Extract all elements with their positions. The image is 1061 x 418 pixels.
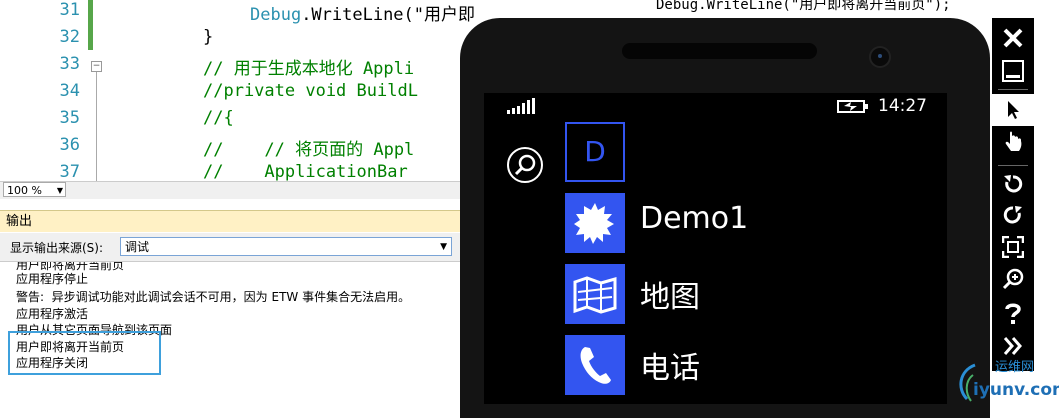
- right-code-snippet: Debug.WriteLine("用户即将离开当前页");: [656, 0, 951, 13]
- zoom-icon: [1002, 268, 1024, 290]
- collapse-icon[interactable]: −: [91, 61, 102, 72]
- output-line: 应用程序激活: [16, 307, 89, 321]
- code-comment-line: //private void BuildL: [203, 81, 418, 101]
- zoom-value: 100 %: [7, 184, 42, 197]
- toolbar-separator: [998, 89, 1028, 90]
- select-tool-button[interactable]: [992, 94, 1034, 126]
- zoom-dropdown[interactable]: 100 % ▼: [3, 182, 66, 197]
- line-number: 31: [59, 0, 80, 20]
- minimize-button[interactable]: [992, 55, 1034, 87]
- output-line: 警告: 异步调试功能对此调试会话不可用，因为 ETW 事件集合无法启用。: [16, 290, 411, 304]
- phone-camera: [871, 48, 889, 66]
- fit-to-screen-button[interactable]: [992, 231, 1034, 263]
- code-token-type: Debug: [250, 5, 302, 25]
- line-number-gutter: 31 32 33 34 35 36 37: [0, 0, 86, 181]
- rotate-right-icon: [1003, 206, 1022, 224]
- code-comment-line: // 用于生成本地化 Appli: [203, 59, 415, 79]
- line-number: 37: [59, 162, 80, 181]
- output-source-label: 显示输出来源(S):: [10, 241, 104, 255]
- app-label[interactable]: 地图: [640, 272, 700, 316]
- line-number: 32: [59, 27, 80, 47]
- editor-status-bar: [0, 181, 470, 200]
- output-panel-title: 输出: [0, 210, 470, 232]
- help-button[interactable]: [992, 297, 1034, 329]
- chevron-down-icon: ▼: [440, 242, 447, 252]
- fold-guide: [96, 72, 97, 181]
- code-comment-line: //{: [203, 108, 234, 128]
- watermark-text-top: 运维网: [995, 360, 1034, 375]
- zoom-button[interactable]: [992, 263, 1034, 295]
- rotate-left-button[interactable]: [992, 168, 1034, 200]
- close-button[interactable]: [992, 22, 1034, 54]
- hand-pointer-icon: [1005, 131, 1022, 151]
- double-chevron-right-icon: [1003, 337, 1022, 355]
- cursor-arrow-icon: [1008, 101, 1019, 119]
- toolbar-separator: [998, 165, 1028, 166]
- code-line: }: [203, 27, 214, 47]
- app-label[interactable]: Demo1: [640, 201, 748, 236]
- highlight-box: [8, 331, 161, 375]
- app-tile-map[interactable]: [565, 264, 625, 324]
- output-source-value: 调试: [125, 240, 150, 254]
- chevron-down-icon: ▼: [56, 186, 63, 195]
- output-source-select[interactable]: 调试 ▼: [120, 237, 452, 256]
- fit-screen-icon: [1002, 236, 1024, 258]
- rotate-left-icon: [1004, 175, 1023, 193]
- code-line: Debug.WriteLine("用户即: [250, 0, 475, 25]
- line-number: 36: [59, 135, 80, 155]
- rotate-right-button[interactable]: [992, 199, 1034, 231]
- gear-badge-icon: [574, 203, 614, 244]
- phone-speaker: [622, 43, 817, 59]
- watermark-logo: 运维网 iyunv.com: [955, 355, 1061, 404]
- app-label[interactable]: 电话: [640, 343, 700, 387]
- line-number: 35: [59, 108, 80, 128]
- watermark-text-bottom: iyunv.com: [973, 380, 1059, 400]
- close-icon: [1003, 28, 1023, 48]
- app-tile-phone[interactable]: [565, 335, 625, 395]
- status-time: 14:27: [878, 96, 927, 116]
- phone-screen[interactable]: [484, 93, 947, 404]
- letter-group-tile[interactable]: D: [565, 122, 625, 182]
- code-token: .WriteLine("用户即: [301, 5, 476, 25]
- line-number: 34: [59, 81, 80, 101]
- search-icon: [514, 154, 536, 176]
- touch-tool-button[interactable]: [992, 127, 1034, 159]
- output-line: 应用程序停止: [16, 272, 89, 286]
- signal-icon: [507, 98, 535, 114]
- code-comment-line: // ApplicationBar: [203, 162, 418, 181]
- line-number: 33: [59, 54, 80, 74]
- minimize-icon: [1002, 60, 1024, 82]
- code-comment-line: // // 将页面的 Appl: [203, 140, 415, 160]
- battery-charging-icon: [837, 100, 868, 113]
- search-button[interactable]: [507, 147, 543, 183]
- phone-icon: [580, 347, 611, 384]
- map-icon: [573, 276, 617, 314]
- splitter[interactable]: [0, 199, 470, 210]
- help-icon: [1005, 303, 1021, 324]
- change-indicator: [88, 0, 93, 50]
- app-tile-demo1[interactable]: [565, 193, 625, 253]
